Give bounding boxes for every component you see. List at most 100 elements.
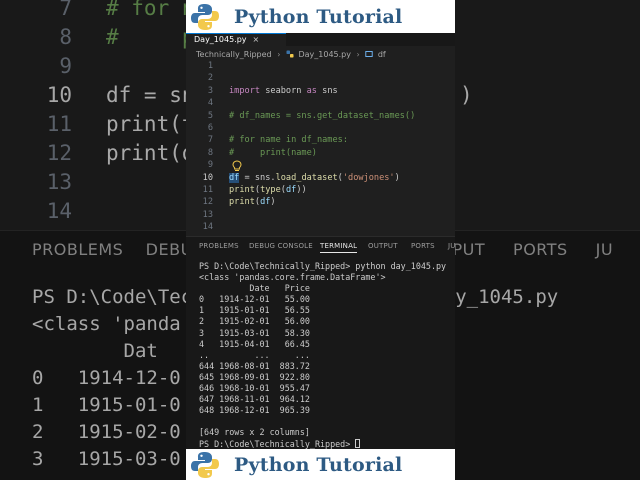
terminal-line: 646 1968-10-01 955.47 — [199, 383, 446, 394]
code-token: # for name in df_names: — [229, 135, 348, 146]
code-token: print — [229, 184, 255, 195]
terminal-line: 4 1915-04-01 66.45 — [199, 339, 446, 350]
line-number: 13 — [202, 209, 213, 220]
terminal-cursor — [355, 438, 361, 448]
panel-tab-ports[interactable]: PORTS — [411, 242, 435, 250]
terminal-line: 2 1915-02-01 56.00 — [199, 316, 446, 327]
terminal-line-text: 646 1968-10-01 955.47 — [199, 383, 310, 394]
chevron-right-icon: › — [356, 50, 360, 59]
code-line[interactable]: 10 df = sns.load_dataset('dowjones') — [186, 172, 455, 184]
code-line[interactable]: 14 — [186, 221, 455, 233]
terminal-line-text: 4 1915-04-01 66.45 — [199, 338, 310, 349]
terminal-line-text: PS D:\Code\Technically_Ripped> — [199, 438, 356, 449]
terminal-output[interactable]: PS D:\Code\Technically_Ripped> python da… — [199, 261, 446, 450]
top-banner: Python Tutorial — [186, 0, 455, 33]
panel-tab-terminal[interactable]: TERMINAL — [320, 242, 358, 253]
code-token: print — [229, 197, 255, 208]
terminal-line — [199, 416, 446, 427]
terminal-line-text: 1 1915-01-01 56.55 — [199, 305, 310, 316]
terminal-line-text: 0 1914-12-01 55.00 — [199, 294, 310, 305]
terminal-line: [649 rows x 2 columns] — [199, 427, 446, 438]
editor-tab-day-1045[interactable]: Day_1045.py × — [186, 33, 286, 46]
terminal-line: 3 1915-03-01 58.30 — [199, 328, 446, 339]
terminal-line-text: 645 1968-09-01 922.80 — [199, 371, 310, 382]
line-number: 3 — [207, 85, 213, 96]
code-line[interactable]: 11 print(type(df)) — [186, 184, 455, 196]
line-number: 11 — [202, 184, 213, 195]
banner-title: Python Tutorial — [234, 5, 403, 28]
lightbulb-icon[interactable] — [232, 160, 242, 172]
banner-title: Python Tutorial — [234, 453, 403, 476]
line-number: 4 — [207, 98, 213, 109]
breadcrumb-folder[interactable]: Technically_Ripped — [196, 50, 272, 59]
line-number: 9 — [207, 160, 213, 171]
code-line[interactable]: 12 print(df) — [186, 196, 455, 208]
code-line[interactable]: 1 — [186, 60, 455, 72]
code-token: sns — [322, 85, 338, 96]
code-text: import seaborn as sns — [229, 85, 338, 97]
editor-tab-label: Day_1045.py — [194, 35, 247, 44]
code-token: 'dowjones' — [342, 172, 395, 183]
code-token: # print(name) — [229, 147, 317, 158]
code-line[interactable]: 3 import seaborn as sns — [186, 85, 455, 97]
line-number: 7 — [207, 135, 213, 146]
code-line[interactable]: 7 # for name in df_names: — [186, 134, 455, 146]
line-number: 5 — [207, 110, 213, 121]
terminal-line-text: <class 'pandas.core.frame.DataFrame'> — [199, 272, 386, 283]
breadcrumb-symbol[interactable]: df — [378, 50, 386, 59]
terminal-line-text: PS D:\Code\Technically_Ripped> python da… — [199, 261, 447, 271]
terminal-line: <class 'pandas.core.frame.DataFrame'> — [199, 272, 446, 283]
video-frame: Python Tutorial Day_1045.py × Technically… — [186, 0, 455, 480]
line-number: 2 — [207, 73, 213, 84]
panel-tab-problems[interactable]: PROBLEMS — [199, 242, 239, 250]
chevron-right-icon: › — [277, 50, 281, 59]
code-line[interactable]: 2 — [186, 72, 455, 84]
code-token: df — [260, 197, 271, 208]
terminal-line-text: 647 1968-11-01 964.12 — [199, 394, 310, 405]
panel-tabs: PROBLEMS DEBUG CONSOLE TERMINAL OUTPUT PORTS… — [186, 237, 455, 255]
code-token: ) — [270, 197, 276, 208]
terminal-line: 1 1915-01-01 56.55 — [199, 305, 446, 316]
code-token: = sns. — [239, 172, 276, 183]
panel-tab-output[interactable]: OUTPUT — [368, 242, 398, 250]
code-text: print(type(df)) — [229, 184, 307, 196]
line-number: 1 — [207, 61, 213, 71]
code-editor[interactable]: 1 2 3 import seaborn as sns 4 5 # df_names = s… — [186, 60, 455, 233]
terminal-line-text: .. ... ... — [199, 349, 310, 360]
terminal-line-text: 644 1968-08-01 883.72 — [199, 360, 310, 371]
terminal-line-text: 648 1968-12-01 965.39 — [199, 405, 310, 416]
code-line[interactable]: 9 — [186, 159, 455, 171]
code-token: )) — [296, 184, 307, 195]
terminal-line: .. ... ... — [199, 350, 446, 361]
terminal-line: Date Price — [199, 283, 446, 294]
terminal-line-text: 3 1915-03-01 58.30 — [199, 327, 310, 338]
code-line[interactable]: 13 — [186, 209, 455, 221]
code-token: ) — [394, 172, 400, 183]
code-line[interactable]: 5 # df_names = sns.get_dataset_names() — [186, 110, 455, 122]
panel-tab-ju[interactable]: JU — [448, 242, 455, 250]
code-text: # df_names = sns.get_dataset_names() — [229, 110, 415, 122]
bottom-banner: Python Tutorial — [186, 449, 455, 480]
breadcrumb-file[interactable]: Day_1045.py — [298, 50, 351, 59]
code-token: load_dataset — [275, 172, 338, 183]
terminal-line-text: 2 1915-02-01 56.00 — [199, 316, 310, 327]
code-text: # print(name) — [229, 147, 317, 159]
terminal-line: PS D:\Code\Technically_Ripped> python da… — [199, 261, 446, 272]
code-text: df = sns.load_dataset('dowjones') — [229, 172, 400, 184]
code-line[interactable]: 6 — [186, 122, 455, 134]
code-token: as — [306, 85, 323, 96]
code-line[interactable]: 8 # print(name) — [186, 147, 455, 159]
terminal-line: 0 1914-12-01 55.00 — [199, 294, 446, 305]
code-token: seaborn — [265, 85, 307, 96]
line-number: 8 — [207, 147, 213, 158]
code-text: # for name in df_names: — [229, 134, 348, 146]
variable-symbol-icon — [365, 51, 373, 57]
panel-tab-debug-console[interactable]: DEBUG CONSOLE — [249, 242, 313, 250]
code-token: type — [260, 184, 281, 195]
terminal-line: PS D:\Code\Technically_Ripped> — [199, 438, 446, 450]
terminal-line: 644 1968-08-01 883.72 — [199, 361, 446, 372]
code-token: import — [229, 85, 266, 96]
terminal-line: 645 1968-09-01 922.80 — [199, 372, 446, 383]
code-line[interactable]: 4 — [186, 97, 455, 109]
close-icon[interactable]: × — [253, 35, 260, 44]
